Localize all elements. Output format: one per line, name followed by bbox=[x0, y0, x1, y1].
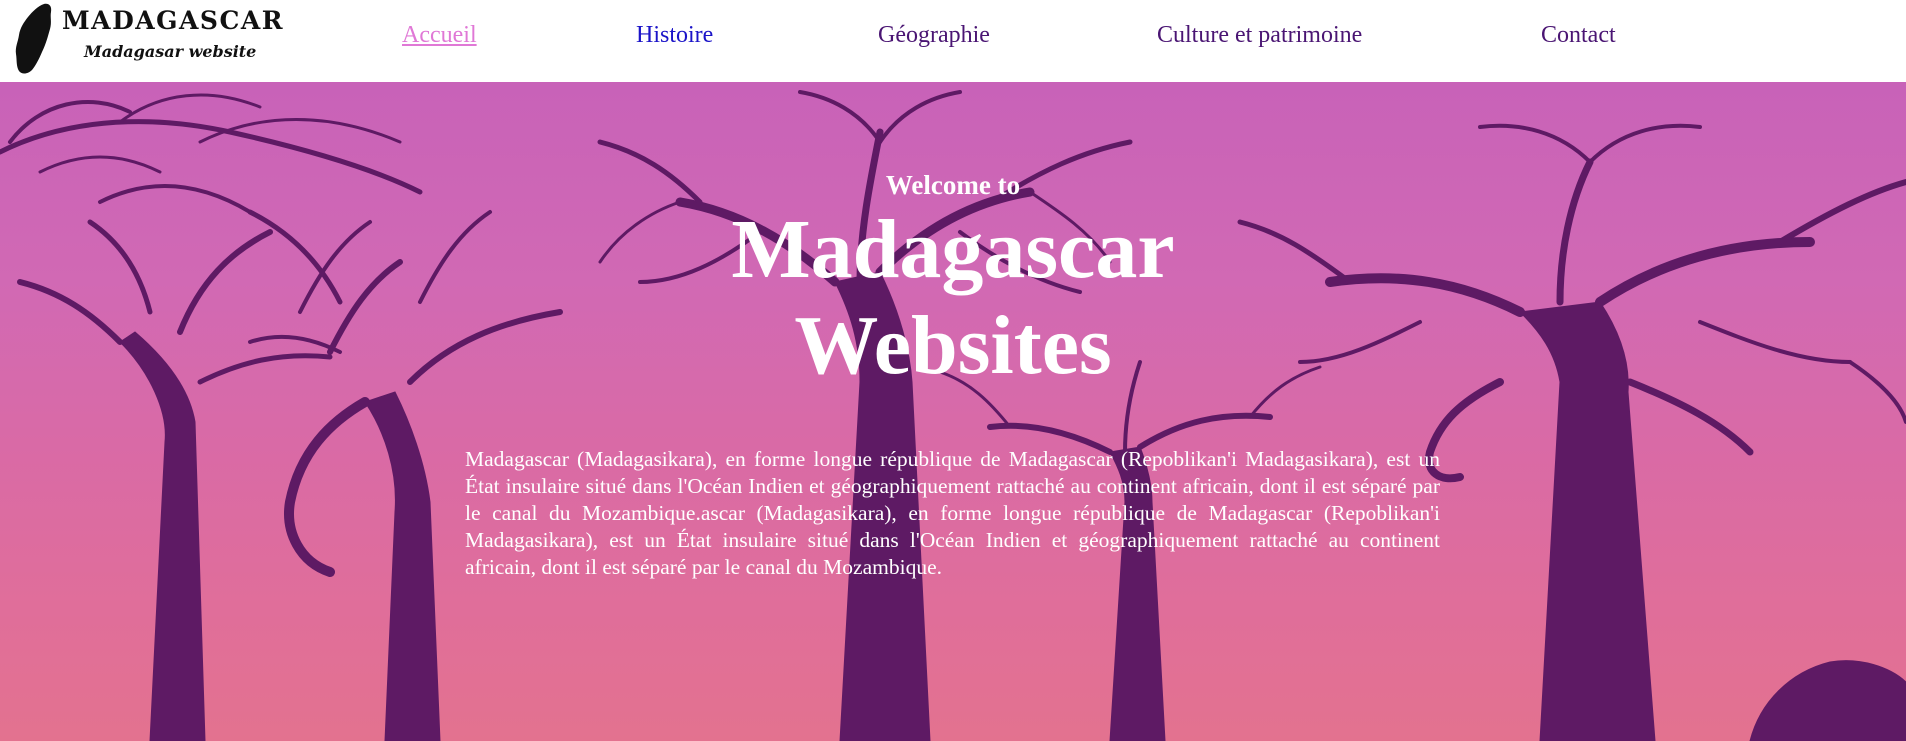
nav-link-geographie[interactable]: Géographie bbox=[878, 22, 990, 49]
logo-subtitle: Madagasar website bbox=[84, 42, 257, 61]
hero-section: Welcome to Madagascar Websites Madagasca… bbox=[0, 82, 1906, 741]
hero-description: Madagascar (Madagasikara), en forme long… bbox=[465, 446, 1440, 579]
hero-welcome: Welcome to bbox=[885, 170, 1021, 200]
hero-title: Madagascar Websites bbox=[0, 202, 1906, 394]
hero-content: Welcome to Madagascar Websites Madagasca… bbox=[0, 82, 1906, 741]
logo-title: MADAGASCAR bbox=[62, 6, 285, 35]
nav-link-contact[interactable]: Contact bbox=[1541, 22, 1616, 49]
nav-link-histoire[interactable]: Histoire bbox=[636, 22, 713, 49]
nav-link-accueil[interactable]: Accueil bbox=[402, 22, 477, 49]
site-header: MADAGASCAR Madagasar website Accueil His… bbox=[0, 0, 1906, 82]
site-logo[interactable]: MADAGASCAR Madagasar website bbox=[14, 2, 283, 78]
nav-link-culture[interactable]: Culture et patrimoine bbox=[1157, 22, 1362, 49]
hero-title-line2: Websites bbox=[794, 299, 1112, 392]
hero-title-line1: Madagascar bbox=[731, 203, 1175, 296]
madagascar-map-icon bbox=[15, 3, 52, 74]
